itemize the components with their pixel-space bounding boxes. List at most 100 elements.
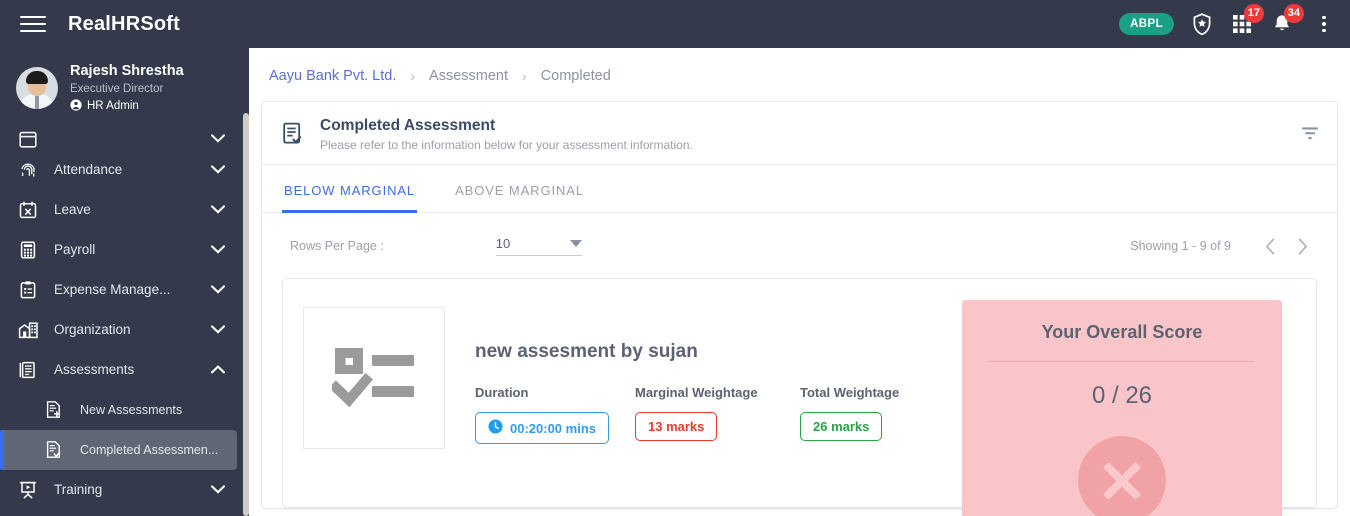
calendar-x-icon [18,200,44,220]
duration-pill: 00:20:00 mins [475,412,609,445]
profile-admin-label: HR Admin [87,100,139,113]
breadcrumb-current: Completed [540,68,611,84]
sidebar-nav: Attendance Leave Payroll Expense Manage.… [0,126,249,510]
tab-below-marginal[interactable]: BELOW MARGINAL [282,165,418,214]
topbar-actions: ABPL 17 34 [1119,4,1350,36]
profile-name: Rajesh Shrestha [70,63,184,79]
top-navbar: RealHRSoft ABPL 17 34 [0,0,1350,48]
sidebar-item-new-assessments-label: New Assessments [80,402,183,417]
total-weightage-block: Total Weightage 26 marks [800,385,899,444]
chevron-right-icon[interactable] [1289,233,1315,259]
overall-score-panel: Your Overall Score 0 / 26 [962,300,1282,516]
sidebar-profile[interactable]: Rajesh Shrestha Executive Director HR Ad… [0,48,249,126]
sidebar-item-assessments[interactable]: Assessments [0,350,249,390]
completed-assessment-panel: Completed Assessment Please refer to the… [261,101,1338,516]
marginal-weightage-block: Marginal Weightage 13 marks [635,385,800,444]
sidebar-item-payroll[interactable]: Payroll [0,230,249,270]
x-circle-icon [1078,436,1166,516]
apps-grid-icon[interactable]: 17 [1230,4,1264,36]
sidebar-item-expense-management[interactable]: Expense Manage... [0,270,249,310]
document-check-icon [280,121,308,147]
total-weightage-value: 26 marks [813,419,870,435]
sidebar-item-new-assessments[interactable]: New Assessments [0,390,249,430]
sidebar-item-assessments-label: Assessments [54,362,135,378]
kebab-menu-icon[interactable] [1314,13,1334,35]
chevron-down-icon [210,282,226,297]
bell-badge: 34 [1283,4,1304,23]
marginal-weightage-label: Marginal Weightage [635,385,758,401]
hamburger-icon[interactable] [20,14,46,34]
assessment-row[interactable]: new assesment by sujan Duration 00:20:00… [282,278,1317,516]
sidebar-item-expense-management-label: Expense Manage... [54,282,171,298]
overall-score-value: 0 / 26 [1091,382,1153,410]
sidebar-item-training[interactable]: Training [0,470,249,510]
calculator-icon [18,240,44,260]
chevron-up-icon [210,362,226,377]
profile-admin-row: HR Admin [70,98,184,114]
chevron-left-icon[interactable] [1257,233,1283,259]
duration-block: Duration 00:20:00 mins [475,385,635,445]
sidebar-item-attendance[interactable]: Attendance [0,150,249,190]
apps-badge: 17 [1243,4,1264,23]
breadcrumb-separator: › [410,68,416,84]
filter-funnel-icon[interactable] [1301,126,1319,142]
sidebar-item-leave[interactable]: Leave [0,190,249,230]
checklist-icon [328,342,416,415]
user-circle-icon [70,98,82,114]
sidebar-item-organization-label: Organization [54,322,131,338]
panel-header: Completed Assessment Please refer to the… [262,102,1337,166]
chevron-down-icon [210,322,226,337]
chevron-down-icon [210,242,226,257]
list-toolbar: Rows Per Page : 10 Showing 1 - 9 of 9 [262,213,1337,271]
panel-title: Completed Assessment [320,117,496,134]
app-brand: RealHRSoft [68,12,181,35]
profile-role: Executive Director [70,83,164,96]
presentation-icon [18,480,44,500]
sidebar-item-training-label: Training [54,482,103,498]
sidebar-item-payroll-label: Payroll [54,242,96,258]
tab-above-marginal[interactable]: ABOVE MARGINAL [453,165,586,212]
rows-per-page-label: Rows Per Page : [290,239,384,254]
rows-per-page-value: 10 [495,236,511,252]
sidebar-item-leave-label: Leave [54,202,91,218]
breadcrumb-root[interactable]: Aayu Bank Pvt. Ltd. [269,68,396,84]
chevron-down-icon [210,202,226,217]
main-content: Aayu Bank Pvt. Ltd. › Assessment › Compl… [249,48,1350,516]
avatar [16,66,58,109]
panel-subtitle: Please refer to the information below fo… [320,138,693,153]
score-divider [990,361,1254,363]
showing-range: Showing 1 - 9 of 9 [1130,239,1231,254]
chevron-down-icon [210,162,226,177]
sidebar-item-organization[interactable]: Organization [0,310,249,350]
org-chip[interactable]: ABPL [1119,13,1174,35]
sidebar-item-partial[interactable] [0,128,249,150]
assessment-thumbnail [303,307,445,450]
breadcrumb-assessment[interactable]: Assessment [429,68,508,84]
chevron-down-icon [210,131,226,146]
clock-icon [488,419,503,437]
fingerprint-icon [18,160,44,180]
total-weightage-pill: 26 marks [800,412,883,442]
assessment-tabs: BELOW MARGINAL ABOVE MARGINAL [262,165,1337,214]
chevron-down-icon [210,482,226,497]
building-icon [18,320,44,340]
sidebar-item-completed-assessments[interactable]: Completed Assessmen... [0,429,237,470]
marginal-weightage-value: 13 marks [648,419,705,435]
clipboard-list-icon [18,280,44,300]
sidebar-item-attendance-label: Attendance [54,162,123,178]
overall-score-title: Your Overall Score [1041,322,1203,343]
calendar-icon [18,129,44,149]
notification-bell-icon[interactable]: 34 [1270,4,1304,36]
sidebar-item-completed-assessments-label: Completed Assessmen... [80,442,219,457]
shield-star-icon[interactable] [1190,12,1214,36]
document-plus-icon [44,400,68,419]
document-check-icon [44,440,68,459]
pagination [1257,233,1315,259]
rows-per-page-select[interactable]: 10 [495,236,582,257]
breadcrumb: Aayu Bank Pvt. Ltd. › Assessment › Compl… [249,48,1350,84]
marginal-weightage-pill: 13 marks [635,412,718,442]
duration-value: 00:20:00 mins [510,420,596,436]
breadcrumb-separator: › [522,68,527,84]
sidebar: Rajesh Shrestha Executive Director HR Ad… [0,48,249,516]
duration-label: Duration [475,385,529,401]
